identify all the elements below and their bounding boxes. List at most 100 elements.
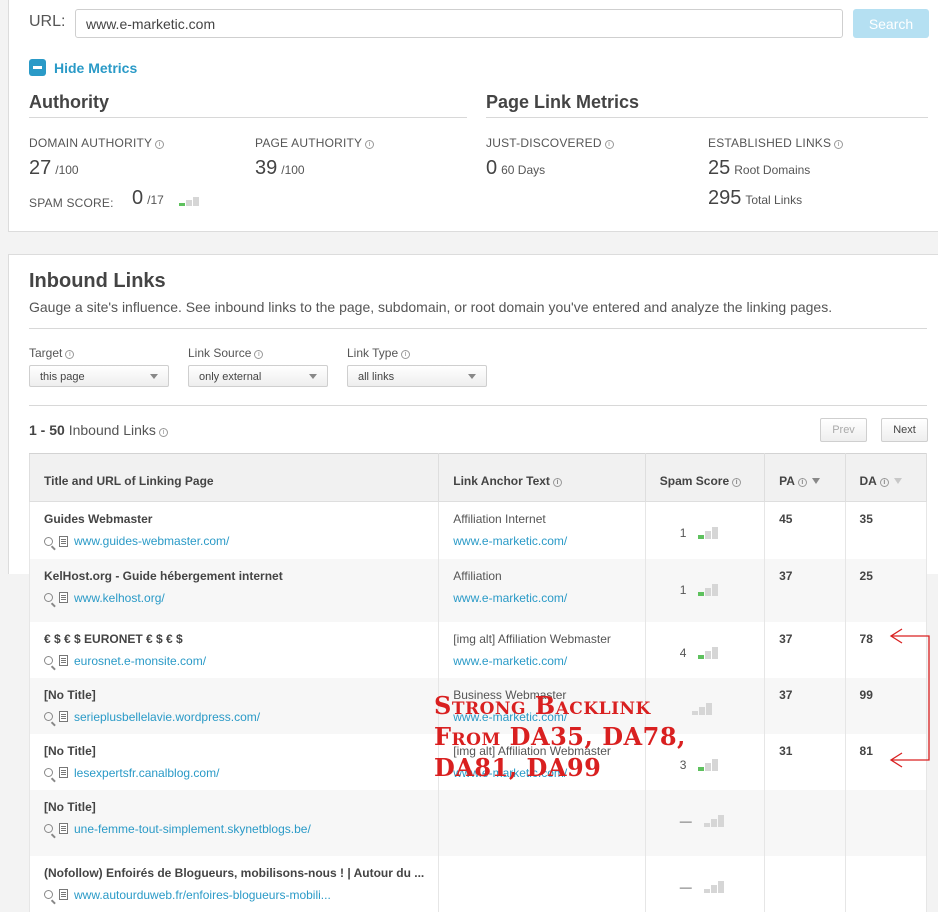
search-button[interactable]: Search [853, 9, 929, 38]
linking-page-url[interactable]: eurosnet.e-monsite.com/ [74, 654, 206, 668]
spam-score-value: — [679, 813, 692, 828]
anchor-text-cell [438, 789, 646, 856]
anchor-text: [img alt] Affiliation Webmaster [453, 631, 611, 646]
page-icon[interactable] [59, 889, 68, 900]
table-row: [No Title] une-femme-tout-simplement.skyn… [28, 789, 928, 856]
info-icon[interactable]: i [158, 428, 168, 437]
target-filter-label: Target i [29, 346, 75, 360]
info-icon[interactable]: i [254, 350, 264, 359]
target-select[interactable]: this page [29, 365, 169, 387]
page-icon[interactable] [59, 711, 68, 722]
info-icon[interactable]: i [155, 140, 165, 149]
info-icon[interactable]: i [365, 140, 375, 149]
magnifier-icon[interactable] [44, 890, 53, 899]
hide-metrics-label: Hide Metrics [54, 59, 138, 76]
page-link-metrics-heading: Page Link Metrics [486, 92, 640, 112]
anchor-text: Affiliation Internet [453, 512, 546, 526]
page-authority-label: PAGE AUTHORITY i [255, 136, 375, 150]
inbound-count: 1 - 50 Inbound Links i [29, 422, 168, 438]
next-button[interactable]: Next [881, 418, 928, 442]
info-icon[interactable]: i [401, 350, 411, 359]
spam-bars-icon [703, 880, 724, 893]
backlink-callout: Strong Backlink From DA35, DA78, DA81, D… [434, 691, 686, 782]
magnifier-icon[interactable] [44, 768, 53, 777]
linking-page-title: [No Title] [44, 743, 96, 758]
table-header-row: Title and URL of Linking Page Link Ancho… [28, 453, 928, 502]
established-links-label: ESTABLISHED LINKS i [708, 136, 844, 150]
info-icon[interactable]: i [604, 140, 614, 149]
spam-bars-icon [698, 527, 719, 539]
da-cell [844, 855, 928, 912]
page-icon[interactable] [59, 535, 68, 547]
anchor-url[interactable]: www.e-marketic.com/ [453, 654, 631, 668]
magnifier-icon[interactable] [44, 712, 53, 721]
url-input[interactable] [75, 9, 843, 38]
linking-page-title: KelHost.org - Guide hébergement internet [44, 568, 283, 583]
info-icon[interactable]: i [552, 477, 562, 487]
metrics-panel: URL: Search Hide Metrics Authority Page … [8, 0, 938, 232]
pa-cell: 37 [764, 621, 846, 678]
total-links-value: 295 Total Links [708, 187, 803, 209]
linking-page-url[interactable]: www.guides-webmaster.com/ [74, 534, 229, 548]
spam-score-value: — [679, 879, 692, 894]
info-icon[interactable]: i [732, 477, 742, 487]
linking-page-title: € $ € $ EURONET € $ € $ [44, 631, 183, 646]
page-icon[interactable] [59, 592, 68, 603]
spam-score-value: 1 [679, 526, 687, 540]
link-type-select[interactable]: all links [347, 365, 487, 387]
pa-cell: 37 [764, 677, 846, 734]
link-source-filter-label: Link Source i [188, 346, 264, 360]
sort-arrow-icon[interactable] [893, 477, 902, 484]
link-source-select[interactable]: only external [188, 365, 328, 387]
domain-authority-value: 27/100 [29, 157, 79, 179]
linking-page-url[interactable]: lesexpertsfr.canalblog.com/ [74, 766, 219, 780]
pa-cell: 37 [764, 558, 846, 622]
hide-metrics-toggle[interactable]: Hide Metrics [29, 59, 137, 76]
info-icon[interactable]: i [834, 140, 844, 149]
spam-score-label: SPAM SCORE: [29, 196, 114, 210]
da-cell [844, 789, 928, 856]
linking-page-url[interactable]: www.autourduweb.fr/enfoires-blogueurs-mo… [74, 888, 331, 902]
page-authority-value: 39/100 [255, 157, 305, 179]
page-icon[interactable] [59, 823, 68, 834]
info-icon[interactable]: i [65, 350, 75, 359]
page-icon[interactable] [59, 767, 68, 778]
info-icon[interactable]: i [797, 477, 807, 487]
table-row: Guides Webmaster www.guides-webmaster.com… [28, 501, 928, 559]
root-domains-value: 25 Root Domains [708, 157, 811, 179]
magnifier-icon[interactable] [44, 824, 53, 833]
anchor-text-cell: Affiliation www.e-marketic.com/ [438, 558, 646, 622]
linking-page-url[interactable]: une-femme-tout-simplement.skynetblogs.be… [74, 822, 311, 836]
magnifier-icon[interactable] [44, 536, 53, 546]
domain-authority-label: DOMAIN AUTHORITY i [29, 136, 165, 150]
page-icon[interactable] [59, 655, 68, 666]
spam-bars-icon [703, 814, 724, 827]
spam-score-cell: — [644, 855, 766, 912]
pa-cell: 31 [764, 733, 846, 790]
inbound-divider [29, 328, 927, 329]
spam-score-value: 1 [679, 582, 687, 597]
prev-button[interactable]: Prev [820, 418, 867, 442]
linking-page-url[interactable]: serieplusbellelavie.wordpress.com/ [74, 710, 260, 724]
spam-bars-icon [698, 758, 719, 771]
col-pa[interactable]: PA i [764, 453, 846, 502]
linking-page-url[interactable]: www.kelhost.org/ [74, 591, 165, 605]
authority-heading: Authority [29, 92, 109, 112]
spam-score-cell: 1 [644, 558, 766, 622]
anchor-url[interactable]: www.e-marketic.com/ [453, 534, 631, 548]
magnifier-icon[interactable] [44, 656, 53, 665]
spam-score-value: 0/17 [132, 187, 200, 210]
sort-arrow-icon[interactable] [811, 477, 820, 484]
info-icon[interactable]: i [879, 477, 889, 487]
col-da[interactable]: DA i [844, 453, 928, 502]
linking-page-cell: (Nofollow) Enfoirés de Blogueurs, mobili… [28, 855, 440, 912]
pa-cell: 45 [764, 501, 846, 559]
annotation-bracket-arrows [889, 628, 930, 768]
linking-page-title: Guides Webmaster [44, 512, 153, 526]
inbound-links-description: Gauge a site's influence. See inbound li… [29, 299, 833, 315]
anchor-text-cell: [img alt] Affiliation Webmaster www.e-mar… [438, 621, 646, 678]
magnifier-icon[interactable] [44, 593, 53, 602]
anchor-url[interactable]: www.e-marketic.com/ [453, 591, 631, 605]
inbound-links-title: Inbound Links [29, 270, 166, 292]
linking-page-cell: [No Title] lesexpertsfr.canalblog.com/ [28, 733, 440, 790]
